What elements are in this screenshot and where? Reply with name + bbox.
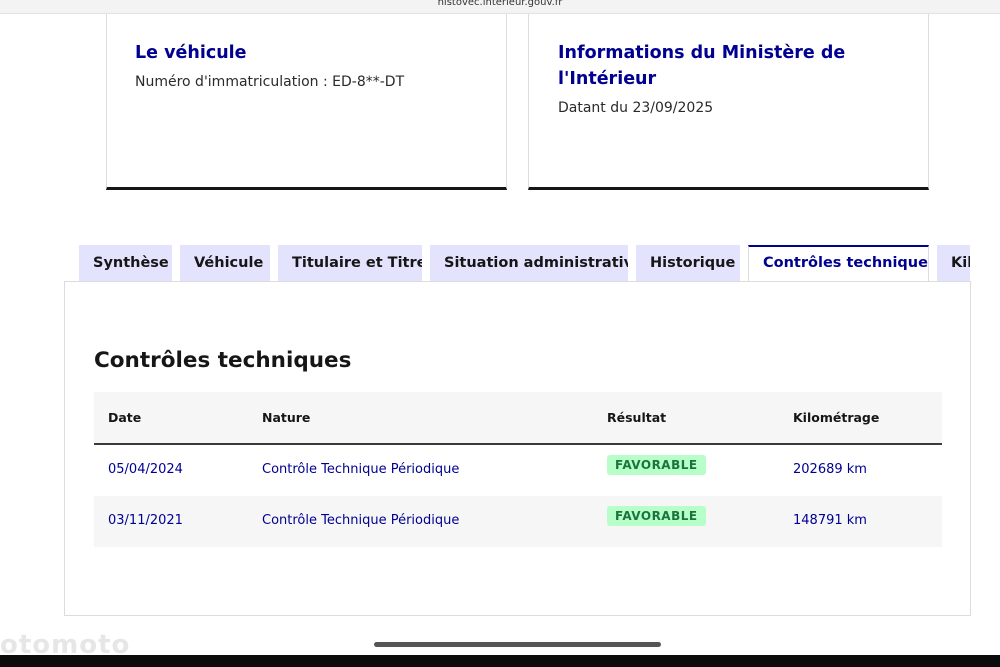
home-indicator[interactable] bbox=[374, 642, 661, 647]
tab-controles-techniques[interactable]: Contrôles techniques bbox=[748, 245, 929, 282]
tab-vehicule[interactable]: Véhicule bbox=[180, 245, 270, 282]
section-title: Contrôles techniques bbox=[94, 348, 352, 373]
result-badge: FAVORABLE bbox=[607, 506, 706, 526]
header-result: Résultat bbox=[607, 410, 667, 425]
tab-kilometrage[interactable]: Kilométrage bbox=[937, 245, 970, 282]
row-date: 03/11/2021 bbox=[108, 513, 183, 528]
controls-table: Date Nature Résultat Kilométrage 05/04/2… bbox=[94, 392, 942, 547]
header-date: Date bbox=[108, 410, 142, 425]
url-text: histovec.interieur.gouv.fr bbox=[437, 0, 563, 8]
ministry-title-line1: Informations du Ministère de bbox=[558, 43, 846, 63]
header-km: Kilométrage bbox=[793, 410, 880, 425]
ministry-card: Informations du Ministère de l'Intérieur… bbox=[528, 14, 929, 190]
row-nature: Contrôle Technique Périodique bbox=[262, 462, 460, 477]
header-nature: Nature bbox=[262, 410, 311, 425]
row-date: 05/04/2024 bbox=[108, 462, 183, 477]
bottom-strip bbox=[0, 655, 1000, 667]
row-km: 202689 km bbox=[793, 462, 867, 477]
table-header: Date Nature Résultat Kilométrage bbox=[94, 392, 942, 445]
ministry-date: Datant du 23/09/2025 bbox=[558, 100, 714, 116]
row-result: FAVORABLE bbox=[607, 455, 706, 477]
tab-panel: Contrôles techniques Date Nature Résulta… bbox=[64, 281, 971, 616]
vehicle-card-title: Le véhicule bbox=[135, 43, 247, 63]
vehicle-card: Le véhicule Numéro d'immatriculation : E… bbox=[106, 14, 507, 190]
tab-titulaire[interactable]: Titulaire et Titre bbox=[278, 245, 422, 282]
table-row: 03/11/2021 Contrôle Technique Périodique… bbox=[94, 496, 942, 547]
ministry-card-title: Informations du Ministère de l'Intérieur bbox=[558, 40, 900, 92]
browser-url-bar[interactable]: histovec.interieur.gouv.fr bbox=[0, 0, 1000, 14]
table-row: 05/04/2024 Contrôle Technique Périodique… bbox=[94, 445, 942, 496]
row-nature: Contrôle Technique Périodique bbox=[262, 513, 460, 528]
registration-number: Numéro d'immatriculation : ED-8**-DT bbox=[135, 74, 405, 90]
result-badge: FAVORABLE bbox=[607, 455, 706, 475]
tab-synthese[interactable]: Synthèse bbox=[79, 245, 172, 282]
tab-bar: Synthèse Véhicule Titulaire et Titre Sit… bbox=[79, 245, 970, 282]
ministry-title-line2: l'Intérieur bbox=[558, 69, 657, 89]
tab-situation[interactable]: Situation administrative bbox=[430, 245, 628, 282]
row-result: FAVORABLE bbox=[607, 506, 706, 528]
tab-historique[interactable]: Historique bbox=[636, 245, 740, 282]
row-km: 148791 km bbox=[793, 513, 867, 528]
